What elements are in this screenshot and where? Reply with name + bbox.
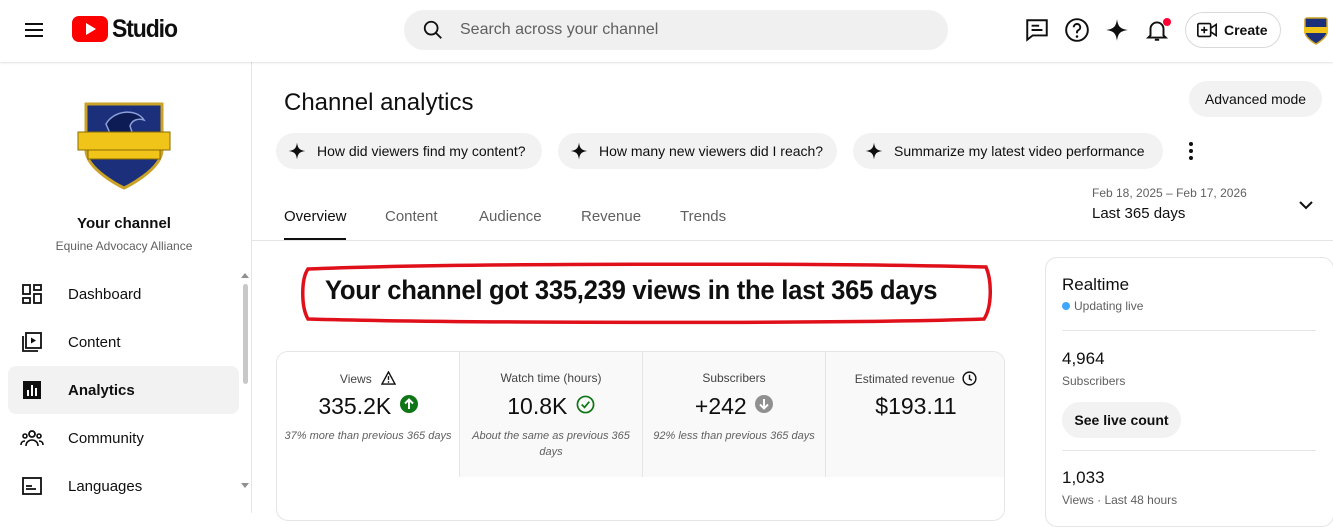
- date-period-label[interactable]: Last 365 days: [1092, 205, 1185, 222]
- metric-value: 10.8K: [460, 393, 642, 420]
- search-input[interactable]: [460, 21, 900, 39]
- arrow-down-icon: [755, 395, 774, 413]
- tab-audience[interactable]: Audience: [479, 208, 542, 225]
- languages-icon: [22, 477, 42, 495]
- feedback-icon[interactable]: [1024, 17, 1050, 43]
- chip-find-content[interactable]: How did viewers find my content?: [276, 133, 542, 169]
- chip-label: Summarize my latest video performance: [894, 143, 1145, 159]
- metric-note: About the same as previous 365 days: [472, 430, 630, 458]
- check-circle-icon: [576, 395, 595, 414]
- tabs-divider: [252, 240, 1333, 241]
- logo-text: Studio: [112, 14, 178, 43]
- warning-icon: [380, 370, 397, 385]
- sidebar-item-dashboard[interactable]: Dashboard: [8, 270, 239, 318]
- metric-value: +242: [643, 393, 825, 420]
- realtime-divider: [1062, 450, 1316, 451]
- sidebar-item-community[interactable]: Community: [8, 414, 239, 462]
- tab-trends[interactable]: Trends: [680, 208, 726, 225]
- metric-card-subscribers[interactable]: Subscribers +242 92% less than previous …: [643, 352, 825, 477]
- channel-shield-icon: [77, 102, 171, 190]
- account-avatar[interactable]: [1300, 14, 1332, 46]
- notifications-button[interactable]: [1144, 17, 1171, 43]
- chip-label: How many new viewers did I reach?: [599, 143, 824, 159]
- sparkle-icon[interactable]: [1104, 17, 1130, 43]
- tab-content[interactable]: Content: [385, 208, 438, 225]
- metric-label: Estimated revenue: [826, 371, 1004, 386]
- advanced-mode-button[interactable]: Advanced mode: [1189, 81, 1322, 117]
- more-options-icon[interactable]: [1181, 139, 1201, 163]
- avatar-shield-icon: [1300, 14, 1332, 46]
- subscriber-count: 4,964: [1062, 349, 1105, 368]
- chip-new-viewers[interactable]: How many new viewers did I reach?: [558, 133, 837, 169]
- tab-revenue[interactable]: Revenue: [581, 208, 641, 225]
- arrow-up-icon: [399, 395, 418, 413]
- sidebar-item-languages[interactable]: Languages: [8, 462, 239, 510]
- chip-summarize-video[interactable]: Summarize my latest video performance: [853, 133, 1163, 169]
- metric-note: 37% more than previous 365 days: [284, 430, 452, 442]
- community-icon: [20, 430, 44, 447]
- metric-label: Watch time (hours): [500, 371, 602, 385]
- scroll-up-icon[interactable]: [241, 272, 249, 278]
- channel-title: Your channel: [77, 215, 171, 232]
- realtime-divider: [1062, 330, 1316, 331]
- metric-card-watch-time[interactable]: Watch time (hours) 10.8K About the same …: [460, 352, 642, 477]
- views-headline: Your channel got 335,239 views in the la…: [325, 275, 938, 305]
- help-icon[interactable]: [1064, 17, 1090, 43]
- create-button[interactable]: Create: [1185, 12, 1281, 48]
- sparkle-icon: [570, 142, 588, 160]
- main-content: Channel analytics Advanced mode How did …: [252, 62, 1333, 527]
- chip-label: How did viewers find my content?: [317, 143, 526, 159]
- clock-icon: [962, 371, 977, 386]
- youtube-logo-icon: [72, 16, 108, 42]
- realtime-title: Realtime: [1062, 275, 1130, 294]
- metric-card-revenue[interactable]: Estimated revenue $193.11: [826, 352, 1004, 477]
- menu-icon[interactable]: [22, 18, 46, 42]
- metric-value: 335.2K: [277, 393, 459, 420]
- sidebar-item-label: Analytics: [68, 381, 135, 399]
- create-label: Create: [1224, 22, 1268, 38]
- tab-overview[interactable]: Overview: [284, 208, 347, 225]
- page-title: Channel analytics: [284, 89, 474, 116]
- sidebar-item-label: Languages: [68, 477, 143, 495]
- sparkle-icon: [865, 142, 883, 160]
- dashboard-icon: [22, 284, 42, 304]
- notification-dot: [1163, 18, 1171, 26]
- search-icon: [423, 20, 442, 39]
- metric-value: $193.11: [875, 393, 957, 419]
- studio-logo[interactable]: Studio: [72, 14, 183, 44]
- sidebar: Your channel Equine Advocacy Alliance Da…: [0, 62, 252, 513]
- scroll-down-icon[interactable]: [241, 483, 249, 489]
- sparkle-icon: [288, 142, 306, 160]
- sidebar-item-analytics[interactable]: Analytics: [8, 366, 239, 414]
- views-label: Views · Last 48 hours: [1062, 493, 1178, 507]
- metrics-panel: Views 335.2K 37% more than previous 365 …: [276, 351, 1005, 521]
- sidebar-item-label: Content: [68, 333, 121, 351]
- search-bar[interactable]: [404, 10, 948, 50]
- sidebar-item-label: Dashboard: [68, 285, 142, 303]
- channel-logo[interactable]: [76, 98, 172, 194]
- metric-label: Subscribers: [702, 371, 766, 385]
- analytics-icon: [23, 381, 41, 399]
- realtime-card: Realtime Updating live 4,964 Subscribers…: [1045, 257, 1333, 527]
- sidebar-item-content[interactable]: Content: [8, 318, 239, 366]
- content-icon: [22, 332, 42, 352]
- metric-card-views[interactable]: Views 335.2K 37% more than previous 365 …: [277, 352, 459, 477]
- top-bar: Studio Create: [0, 0, 1333, 62]
- metric-label: Views: [277, 370, 459, 386]
- see-live-count-button[interactable]: See live count: [1062, 402, 1181, 438]
- chevron-down-icon[interactable]: [1296, 195, 1316, 215]
- realtime-status: Updating live: [1062, 299, 1143, 313]
- add-video-icon: [1197, 22, 1217, 38]
- metric-note: 92% less than previous 365 days: [653, 430, 815, 442]
- channel-name: Equine Advocacy Alliance: [55, 239, 193, 253]
- subscriber-label: Subscribers: [1062, 374, 1126, 388]
- sidebar-item-label: Community: [68, 429, 144, 447]
- live-dot-icon: [1062, 302, 1070, 310]
- sidebar-scrollbar[interactable]: [243, 284, 248, 384]
- date-range-text[interactable]: Feb 18, 2025 – Feb 17, 2026: [1092, 186, 1247, 200]
- views-count: 1,033: [1062, 468, 1105, 487]
